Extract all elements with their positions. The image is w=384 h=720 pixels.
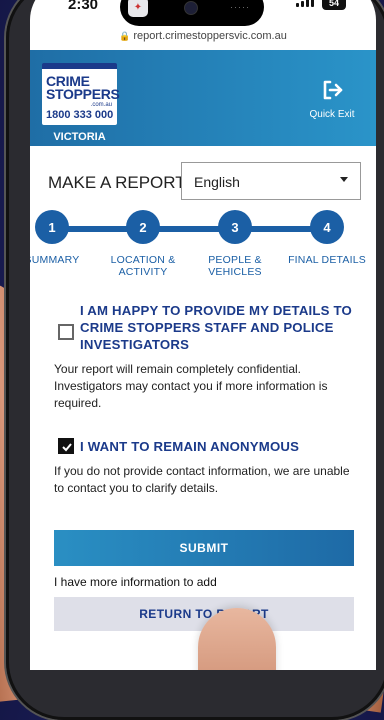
anonymous-description: If you do not provide contact informatio…: [54, 464, 350, 495]
step-number: 4: [310, 210, 344, 244]
anonymous-option: I WANT TO REMAIN ANONYMOUS If you do not…: [54, 438, 360, 497]
site-header: CRIME STOPPERS .com.au 1800 333 000 VICT…: [30, 50, 376, 146]
language-value: English: [194, 174, 240, 190]
logo-domain: .com.au: [90, 102, 112, 108]
quick-exit-button[interactable]: Quick Exit: [302, 78, 362, 120]
provide-details-option: I AM HAPPY TO PROVIDE MY DETAILS TO CRIM…: [54, 302, 360, 412]
step-label: FINAL DETAILS: [288, 254, 366, 266]
anonymous-checkbox[interactable]: [58, 438, 74, 454]
status-bar: 2:30 ✦ ····· 54: [30, 0, 376, 32]
app-icon: ✦: [128, 0, 148, 17]
quick-exit-label: Quick Exit: [309, 109, 355, 120]
step-number: 3: [218, 210, 252, 244]
step-summary[interactable]: 1 SUMMARY: [30, 210, 92, 266]
dynamic-island: ✦ ·····: [120, 0, 264, 26]
submit-button[interactable]: SUBMIT: [54, 530, 354, 566]
anonymous-title[interactable]: I WANT TO REMAIN ANONYMOUS: [80, 438, 360, 455]
logo-line2: STOPPERS: [46, 86, 120, 102]
step-label: PEOPLE & VEHICLES: [208, 254, 262, 278]
step-number: 2: [126, 210, 160, 244]
lock-icon: 🔒: [119, 31, 131, 41]
phone-screen: 2:30 ✦ ····· 54 🔒 report.crimestoppersvic…: [30, 0, 376, 670]
exit-icon: [320, 80, 344, 106]
chevron-down-icon: [340, 177, 348, 182]
provide-details-description: Your report will remain completely confi…: [54, 362, 328, 410]
logo-state: VICTORIA: [53, 131, 106, 143]
step-label: SUMMARY: [30, 254, 80, 266]
crime-stoppers-logo[interactable]: CRIME STOPPERS .com.au 1800 333 000 VICT…: [42, 63, 120, 143]
step-location-activity[interactable]: 2 LOCATION & ACTIVITY: [103, 210, 183, 278]
more-info-link[interactable]: I have more information to add: [54, 575, 217, 589]
page-title: MAKE A REPORT: [48, 173, 186, 192]
camera-icon: [184, 1, 198, 15]
url-text: report.crimestoppersvic.com.au: [133, 30, 287, 42]
logo-badge: CRIME STOPPERS .com.au 1800 333 000: [42, 63, 120, 125]
logo-phone: 1800 333 000: [46, 109, 114, 121]
step-number: 1: [35, 210, 69, 244]
language-select[interactable]: English: [181, 162, 361, 200]
step-label: LOCATION & ACTIVITY: [110, 254, 176, 278]
step-people-vehicles[interactable]: 3 PEOPLE & VEHICLES: [195, 210, 275, 278]
report-row: MAKE A REPORT English: [48, 162, 361, 202]
url-bar[interactable]: 🔒 report.crimestoppersvic.com.au: [30, 30, 376, 42]
phone-frame: 2:30 ✦ ····· 54 🔒 report.crimestoppersvic…: [6, 0, 384, 720]
check-icon: [62, 443, 72, 452]
provide-details-title[interactable]: I AM HAPPY TO PROVIDE MY DETAILS TO CRIM…: [80, 302, 360, 353]
provide-details-checkbox[interactable]: [58, 324, 74, 340]
progress-stepper: 1 SUMMARY 2 LOCATION & ACTIVITY 3 PEOPLE…: [30, 210, 376, 282]
dots-icon: ·····: [230, 2, 250, 12]
battery-icon: 54: [322, 0, 346, 10]
step-final-details[interactable]: 4 FINAL DETAILS: [287, 210, 367, 266]
status-time: 2:30: [68, 0, 99, 13]
signal-icon: [296, 0, 314, 7]
